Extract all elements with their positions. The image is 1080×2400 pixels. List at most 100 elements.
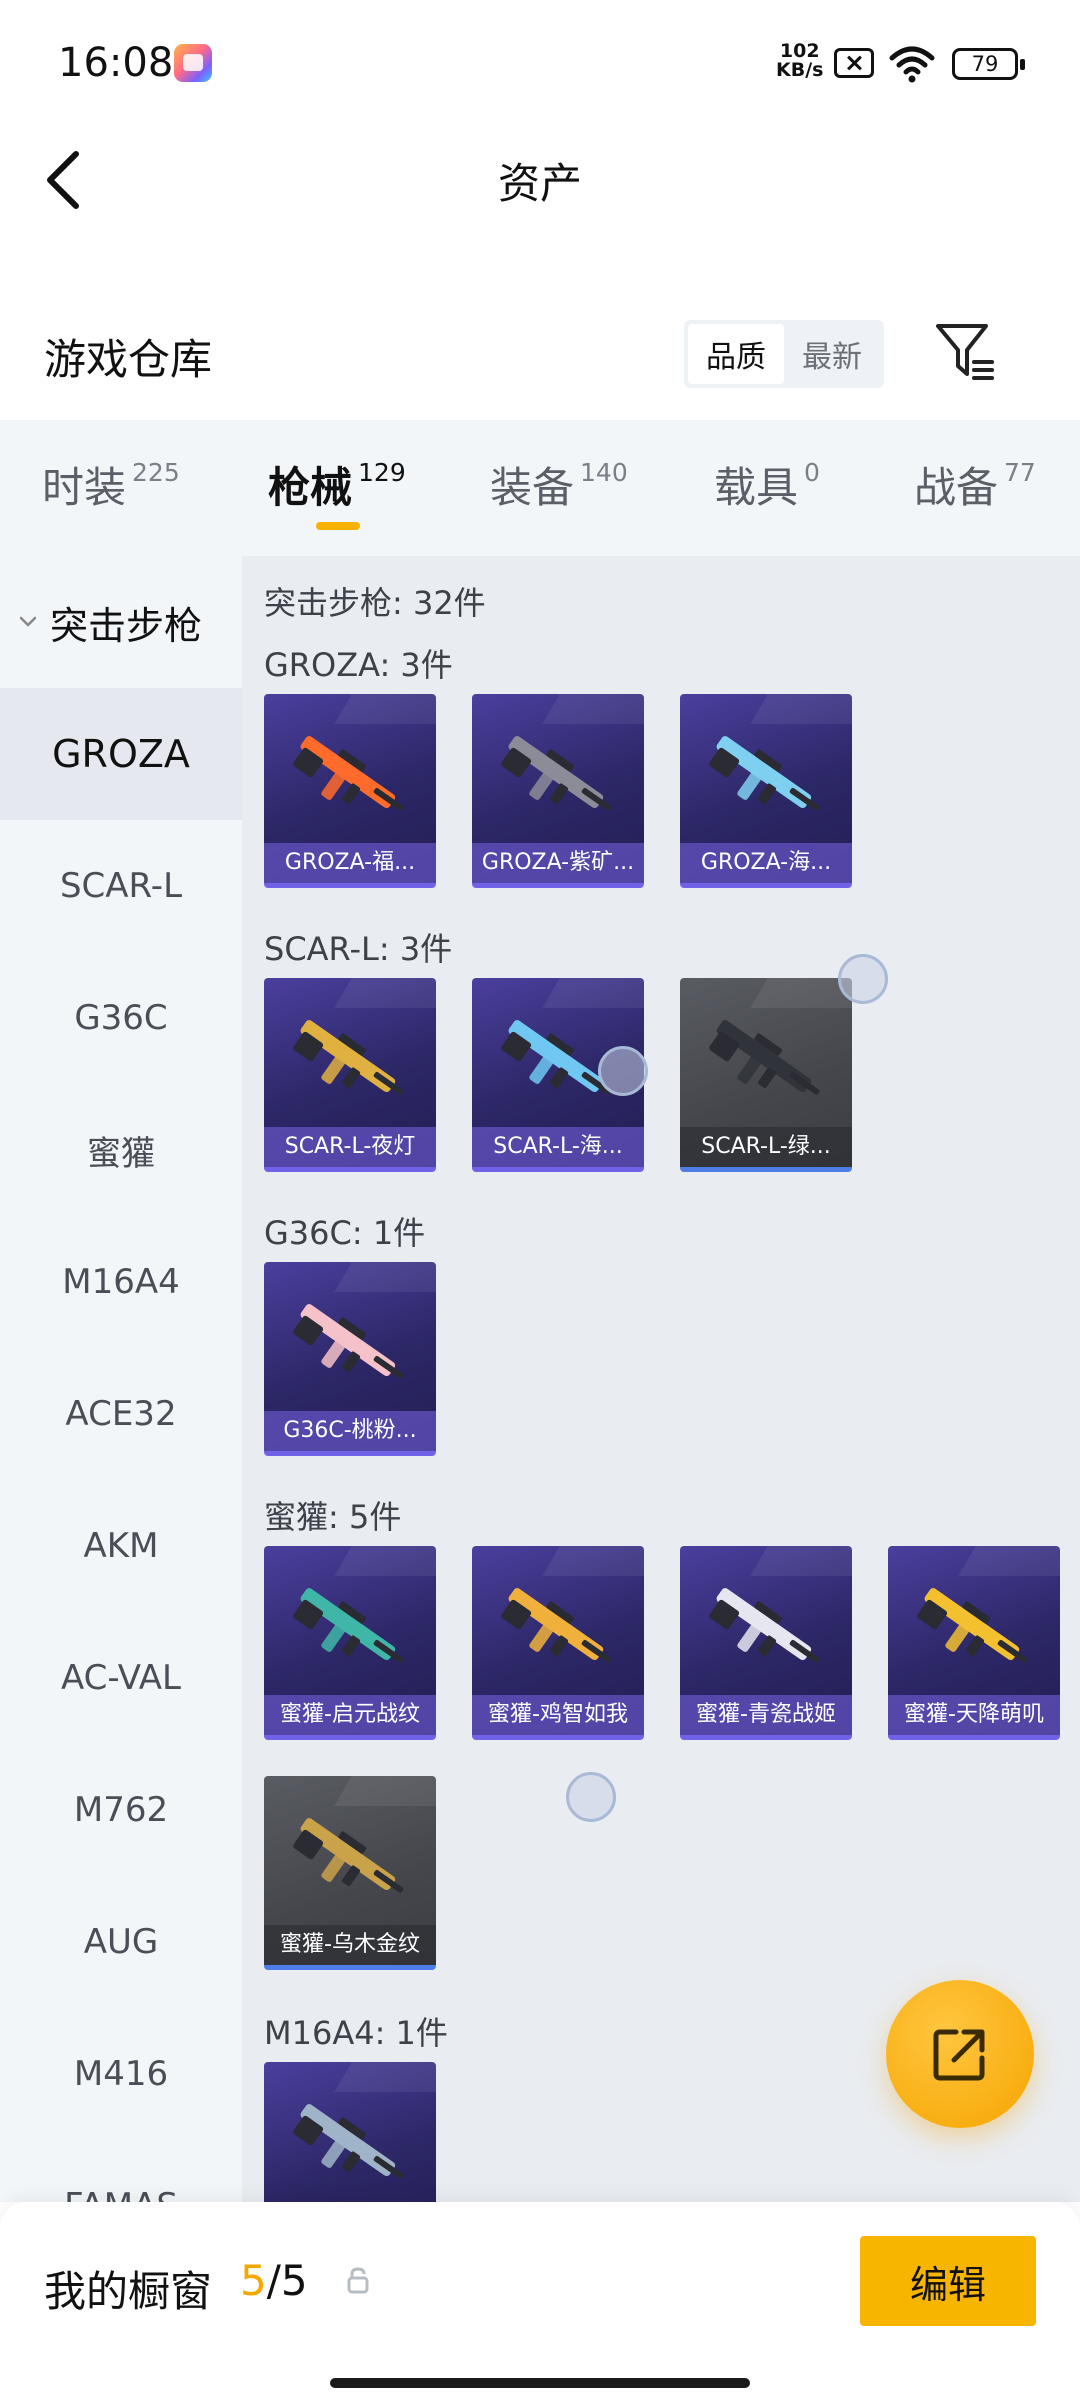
tab-count: 77 [1004, 458, 1036, 487]
weapon-skin-card[interactable]: 蜜獾-启元战纹 [264, 1546, 436, 1740]
weapon-skin-card[interactable]: 蜜獾-乌木金纹 [264, 1776, 436, 1970]
weapon-skin-name: GROZA-海... [680, 843, 852, 883]
sidebar-item-honey-badger[interactable]: 蜜獾 [0, 1084, 242, 1216]
section-label: GROZA: 3件 [264, 646, 453, 684]
category-tabs: 时装 225 枪械 129 装备 140 载具 0 战备 77 [0, 420, 1080, 556]
home-indicator[interactable] [330, 2378, 750, 2388]
sidebar-item-m16a4[interactable]: M16A4 [0, 1216, 242, 1348]
weapon-skin-name: 蜜獾-天降萌叽 [888, 1695, 1060, 1735]
network-speed-unit: KB/s [776, 59, 824, 81]
category-total: 突击步枪: 32件 [264, 584, 486, 622]
tab-label: 枪械 [268, 463, 353, 512]
sidebar-item-scar-l[interactable]: SCAR-L [0, 820, 242, 952]
filter-icon[interactable] [934, 320, 996, 384]
tab-count: 140 [580, 458, 628, 487]
showcase-label: 我的橱窗 [44, 2267, 213, 2316]
share-icon [933, 2029, 985, 2081]
sidebar-item-ac-val[interactable]: AC-VAL [0, 1612, 242, 1744]
sidebar-item-akm[interactable]: AKM [0, 1480, 242, 1612]
touch-ripple [598, 1046, 648, 1096]
section-label: SCAR-L: 3件 [264, 930, 453, 968]
rifle-icon [293, 1588, 404, 1663]
section-label: 蜜獾: 5件 [264, 1498, 402, 1536]
tab-label: 战备 [914, 463, 999, 512]
touch-ripple [838, 954, 888, 1004]
rifle-icon [293, 736, 404, 811]
weapon-skin-name: 蜜獾-鸡智如我 [472, 1695, 644, 1735]
showcase-count: 5/5 [240, 2256, 308, 2305]
rifle-icon [293, 1304, 404, 1379]
tab-equipment[interactable]: 装备 140 [490, 454, 628, 534]
wifi-icon [889, 46, 935, 83]
weapon-skin-name: G36C-桃粉... [264, 1411, 436, 1451]
rifle-icon [293, 2104, 404, 2179]
weapon-skin-card[interactable]: 蜜獾-青瓷战姬 [680, 1546, 852, 1740]
status-bar: 16:08 102 KB/s 79 [0, 0, 1080, 120]
rifle-icon [293, 1818, 404, 1893]
page-title: 资产 [497, 159, 582, 208]
weapon-skin-card[interactable]: 蜜獾-鸡智如我 [472, 1546, 644, 1740]
tab-count: 225 [132, 458, 180, 487]
tab-supplies[interactable]: 战备 77 [914, 454, 1036, 534]
sidebar-item-m416[interactable]: M416 [0, 2008, 242, 2140]
weapon-skin-name: SCAR-L-绿... [680, 1127, 852, 1167]
chevron-down-icon [19, 616, 37, 627]
tab-count: 0 [804, 458, 820, 487]
weapon-skin-name: SCAR-L-海... [472, 1127, 644, 1167]
weapon-skin-card[interactable]: GROZA-福... [264, 694, 436, 888]
active-tab-indicator [316, 522, 360, 530]
sidebar-item-groza[interactable]: GROZA [0, 688, 242, 820]
weapon-skin-card[interactable]: 蜜獾-天降萌叽 [888, 1546, 1060, 1740]
section-label: M16A4: 1件 [264, 2014, 448, 2052]
weapon-skin-card[interactable]: SCAR-L-绿... [680, 978, 852, 1172]
weapon-skin-card[interactable]: SCAR-L-夜灯 [264, 978, 436, 1172]
weapon-skin-name: SCAR-L-夜灯 [264, 1127, 436, 1167]
sidebar-item-famas[interactable]: FAMAS [0, 2140, 242, 2202]
showcase-count-current: 5 [240, 2256, 267, 2305]
weapon-skin-card[interactable]: GROZA-海... [680, 694, 852, 888]
sidebar-group-assault-rifles[interactable]: 突击步枪 [0, 556, 242, 688]
network-speed: 102 KB/s [776, 42, 823, 80]
sidebar-item-m762[interactable]: M762 [0, 1744, 242, 1876]
sort-by-quality-button[interactable]: 品质 [688, 324, 784, 384]
rifle-icon [501, 1588, 612, 1663]
rifle-icon [917, 1588, 1028, 1663]
gallery-app-icon [174, 44, 212, 82]
status-time: 16:08 [58, 40, 174, 86]
weapon-skin-name: 蜜獾-启元战纹 [264, 1695, 436, 1735]
rifle-icon [709, 736, 820, 811]
rifle-icon [293, 1020, 404, 1095]
weapon-skin-name: 蜜獾-青瓷战姬 [680, 1695, 852, 1735]
weapon-skin-name: GROZA-福... [264, 843, 436, 883]
sort-by-newest-button[interactable]: 最新 [784, 324, 880, 384]
tab-vehicles[interactable]: 载具 0 [714, 454, 820, 534]
sidebar-item-ace32[interactable]: ACE32 [0, 1348, 242, 1480]
tab-label: 装备 [490, 463, 575, 512]
weapon-skin-card[interactable] [264, 2062, 436, 2202]
sort-toggle: 品质 最新 [684, 320, 884, 388]
sidebar-item-aug[interactable]: AUG [0, 1876, 242, 2008]
warehouse-title: 游戏仓库 [44, 335, 213, 384]
sidebar-item-g36c[interactable]: G36C [0, 952, 242, 1084]
weapon-sidebar: 突击步枪 GROZA SCAR-L G36C 蜜獾 M16A4 ACE32 AK… [0, 556, 242, 2202]
showcase-count-total: 5 [280, 2256, 308, 2305]
rifle-icon [709, 1020, 820, 1095]
tab-label: 载具 [714, 463, 799, 512]
weapon-skin-card[interactable]: G36C-桃粉... [264, 1262, 436, 1456]
tab-count: 129 [358, 458, 406, 487]
sidebar-group-label: 突击步枪 [50, 603, 203, 648]
showcase-bar: 我的橱窗 5/5 编辑 [0, 2202, 1080, 2400]
showcase-count-separator: / [266, 2256, 281, 2305]
share-button[interactable] [886, 1980, 1034, 2128]
weapon-skin-name: GROZA-紫矿... [472, 843, 644, 883]
weapon-skin-card[interactable]: GROZA-紫矿... [472, 694, 644, 888]
tab-fashion[interactable]: 时装 225 [42, 454, 180, 534]
touch-ripple [566, 1772, 616, 1822]
rifle-icon [501, 736, 612, 811]
edit-button[interactable]: 编辑 [860, 2236, 1036, 2326]
no-sim-icon [834, 48, 874, 78]
section-label: G36C: 1件 [264, 1214, 426, 1252]
tab-label: 时装 [42, 463, 127, 512]
battery-indicator: 79 [952, 48, 1025, 80]
lock-icon [347, 2267, 369, 2294]
